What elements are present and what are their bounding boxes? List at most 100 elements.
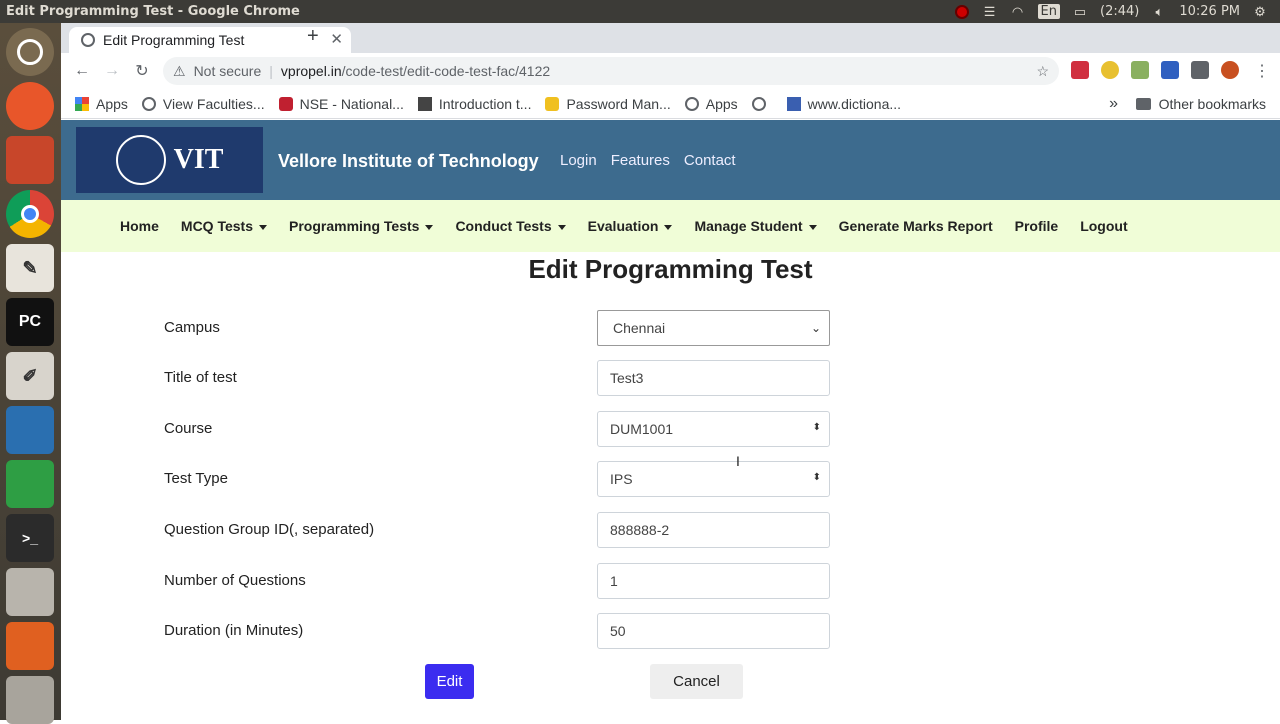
nav-home[interactable]: Home [120, 218, 159, 234]
writer-icon[interactable] [6, 406, 54, 454]
pycharm-icon[interactable]: PC [6, 298, 54, 346]
duration-value: 50 [610, 623, 626, 639]
software-icon[interactable] [6, 622, 54, 670]
campus-select[interactable]: Chennai ⌄ [597, 310, 830, 346]
dictionary-icon [786, 96, 801, 111]
bookmark-view-faculties[interactable]: View Faculties... [141, 96, 265, 112]
duration-input[interactable]: 50 [597, 613, 830, 649]
reload-icon[interactable]: ↻ [127, 61, 157, 81]
seal-icon [115, 135, 166, 185]
site-title[interactable]: Vellore Institute of Technology [278, 151, 539, 172]
cancel-button[interactable]: Cancel [650, 664, 743, 699]
test-type-select[interactable]: IPS ⬍ [597, 461, 830, 497]
clock[interactable]: 10:26 PM [1173, 4, 1246, 19]
brush-icon[interactable] [1131, 61, 1149, 79]
close-icon[interactable]: ✕ [330, 30, 343, 48]
window-title: Edit Programming Test - Google Chrome [6, 4, 300, 19]
image-icon [417, 96, 432, 111]
nav-conduct-tests[interactable]: Conduct Tests [455, 218, 566, 234]
calc-icon[interactable] [6, 460, 54, 508]
features-link[interactable]: Features [611, 152, 670, 169]
new-tab-button[interactable]: + [307, 25, 319, 48]
nav-logout[interactable]: Logout [1080, 218, 1127, 234]
course-select[interactable]: DUM1001 ⬍ [597, 411, 830, 447]
menu-icon[interactable]: ⋮ [1247, 61, 1277, 81]
nav-evaluation[interactable]: Evaluation [588, 218, 673, 234]
forward-icon[interactable]: → [97, 62, 127, 80]
nav-generate-marks-report[interactable]: Generate Marks Report [839, 218, 993, 234]
caret-down-icon [259, 224, 267, 230]
course-value: DUM1001 [610, 421, 674, 437]
globe-icon [684, 96, 699, 111]
url-path: /code-test/edit-code-test-fac/4122 [341, 63, 551, 79]
bookmark-globe[interactable] [751, 96, 773, 111]
group-id-input[interactable]: 888888-2 [597, 512, 830, 548]
volume-icon[interactable]: 🔈︎ [1145, 0, 1173, 23]
puzzle-icon[interactable] [1191, 61, 1209, 79]
not-secure-label[interactable]: Not secure [194, 63, 262, 79]
login-link[interactable]: Login [560, 152, 597, 169]
bookmark-introduction[interactable]: Introduction t... [417, 96, 531, 112]
course-row: Course DUM1001 ⬍ [164, 411, 830, 447]
firefox-icon[interactable] [6, 82, 54, 130]
nav-manage-student[interactable]: Manage Student [694, 218, 817, 234]
chevron-down-icon: ⌄ [810, 321, 821, 335]
bookmarks-bar: Apps View Faculties... NSE - National...… [61, 89, 1280, 119]
num-questions-row: Number of Questions 1 [164, 563, 830, 599]
caret-down-icon [664, 224, 673, 230]
bookmark-star-icon[interactable]: ☆ [1036, 63, 1049, 80]
edit-button[interactable]: Edit [425, 664, 474, 699]
address-bar[interactable]: ⚠ Not secure | vpropel.in /code-test/edi… [163, 57, 1059, 85]
nav-profile[interactable]: Profile [1015, 218, 1059, 234]
text-editor-icon[interactable]: ✎ [6, 244, 54, 292]
other-bookmarks[interactable]: Other bookmarks [1135, 96, 1266, 112]
impress-icon[interactable] [6, 136, 54, 184]
url-host: vpropel.in [280, 63, 342, 79]
wifi-icon[interactable]: ◠ [1004, 0, 1032, 23]
ubuntu-icon[interactable] [6, 28, 54, 76]
chrome-icon[interactable] [6, 190, 54, 238]
drawing-icon[interactable]: ✐ [6, 352, 54, 400]
toolbar: ← → ↻ ⚠ Not secure | vpropel.in /code-te… [61, 53, 1280, 89]
bookmark-password-manager[interactable]: Password Man... [545, 96, 671, 112]
back-icon[interactable]: ← [67, 62, 97, 80]
caret-down-icon [425, 224, 434, 230]
list-icon[interactable]: ☰ [976, 0, 1004, 23]
more-bookmarks-button[interactable]: » [1109, 95, 1118, 113]
pocket-icon[interactable] [1071, 61, 1089, 79]
keyboard-layout[interactable]: En [1037, 4, 1060, 19]
translate-icon[interactable] [1161, 61, 1179, 79]
bookmark-apps[interactable]: Apps [75, 96, 128, 112]
nav-mcq-tests[interactable]: MCQ Tests [181, 218, 267, 234]
apps-grid-icon [75, 96, 89, 111]
launcher: ✎ PC ✐ >_ [0, 23, 61, 724]
os-top-bar: Edit Programming Test - Google Chrome ☰ … [0, 0, 1280, 23]
campus-row: Campus Chennai ⌄ [164, 310, 830, 346]
lock-icon [545, 96, 560, 111]
warning-icon[interactable]: ⚠ [173, 63, 186, 80]
bookmark-apps-2[interactable]: Apps [684, 96, 738, 112]
num-questions-label: Number of Questions [164, 572, 306, 589]
system-tray: ☰ ◠ En ▭ (2:44) 🔈︎ 10:26 PM ⚙ [948, 0, 1274, 23]
link-icon[interactable] [1101, 61, 1119, 79]
caret-down-icon [808, 224, 817, 230]
record-icon[interactable] [948, 0, 976, 23]
site-header: VIT Vellore Institute of Technology Logi… [61, 120, 1280, 200]
contact-link[interactable]: Contact [684, 152, 736, 169]
vit-logo[interactable]: VIT [76, 127, 263, 193]
terminal-icon[interactable]: >_ [6, 514, 54, 562]
nav-programming-tests[interactable]: Programming Tests [289, 218, 434, 234]
tab-strip: Edit Programming Test ✕ + [61, 23, 1280, 53]
folder-icon [1135, 97, 1151, 110]
avatar[interactable] [1221, 61, 1239, 79]
battery-icon[interactable]: ▭ [1066, 0, 1094, 23]
group-id-row: Question Group ID(, separated) 888888-2 [164, 512, 830, 548]
bookmark-dictionary[interactable]: www.dictiona... [786, 96, 901, 112]
bookmark-nse[interactable]: NSE - National... [278, 96, 404, 112]
gear-icon[interactable]: ⚙ [1246, 0, 1274, 23]
num-questions-input[interactable]: 1 [597, 563, 830, 599]
test-type-row: Test Type IPS ⬍ [164, 461, 830, 497]
title-input[interactable]: Test3 [597, 360, 830, 396]
files-icon[interactable] [6, 568, 54, 616]
trash-icon[interactable] [6, 676, 54, 724]
